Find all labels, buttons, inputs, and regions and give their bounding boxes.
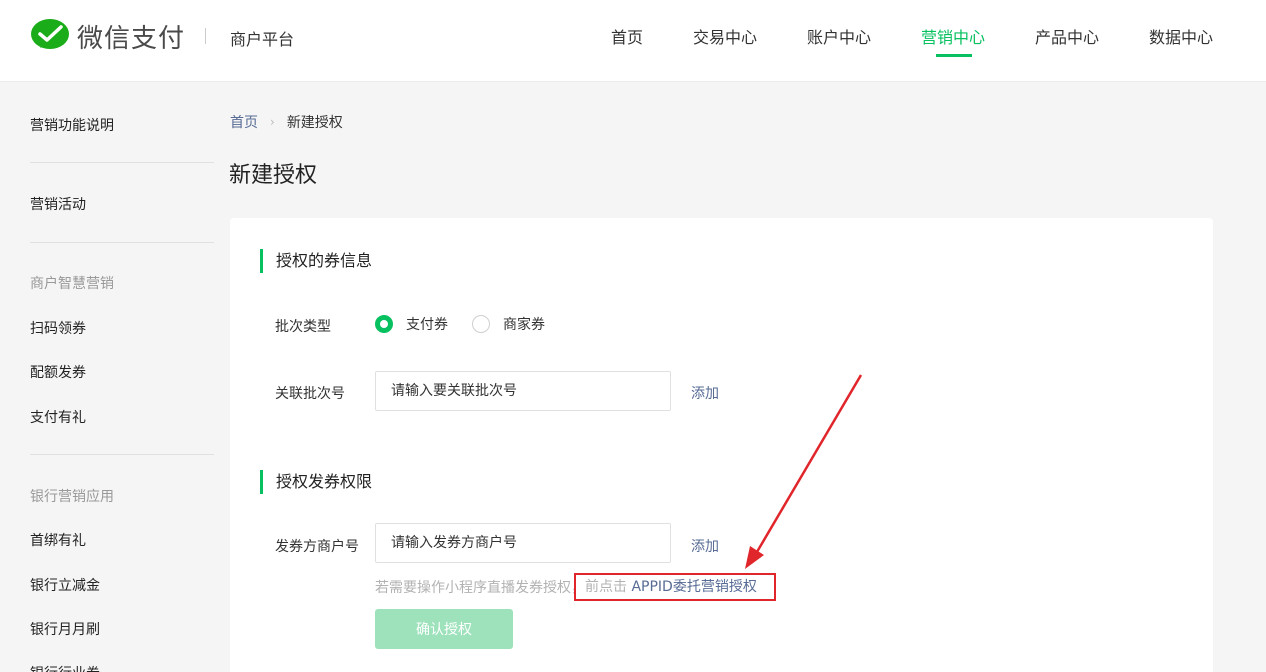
radio-unchecked-icon[interactable] xyxy=(472,315,490,333)
nav-item-data[interactable]: 数据中心 xyxy=(1149,24,1213,48)
add-batch-link[interactable]: 添加 xyxy=(691,383,719,403)
radio-label: 支付券 xyxy=(406,317,448,333)
sidebar-group-smart-marketing: 商户智慧营销 xyxy=(30,276,114,292)
sidebar-group-bank-marketing: 银行营销应用 xyxy=(30,489,114,505)
confirm-authorization-button[interactable]: 确认授权 xyxy=(375,609,513,649)
appid-authorization-link[interactable]: APPID委托营销授权 xyxy=(631,579,756,595)
nav-item-home[interactable]: 首页 xyxy=(611,24,643,48)
nav-item-marketing[interactable]: 营销中心 xyxy=(921,24,985,48)
radio-label: 商家券 xyxy=(503,317,545,333)
batch-type-label: 批次类型 xyxy=(275,319,331,335)
sidebar-item-pay-gift[interactable]: 支付有礼 xyxy=(30,407,86,427)
hint-text: 若需要操作小程序直播发券授权， xyxy=(375,580,585,596)
nav-item-product[interactable]: 产品中心 xyxy=(1035,24,1099,48)
nav-item-trade[interactable]: 交易中心 xyxy=(693,24,757,48)
batch-no-label: 关联批次号 xyxy=(275,386,345,402)
main-nav: 首页 交易中心 账户中心 营销中心 产品中心 数据中心 xyxy=(0,24,1266,64)
sidebar-item-bank-discount[interactable]: 银行立减金 xyxy=(30,575,100,595)
add-issuer-link[interactable]: 添加 xyxy=(691,536,719,556)
section-title-issue-permission: 授权发券权限 xyxy=(260,470,372,494)
sidebar-divider xyxy=(30,454,214,455)
sidebar-item-bank-industry[interactable]: 银行行业券 xyxy=(30,663,100,672)
issuer-merchant-label: 发券方商户号 xyxy=(275,539,359,555)
sidebar: 营销功能说明 营销活动 商户智慧营销 扫码领券 配额发券 支付有礼 银行营销应用… xyxy=(0,83,214,672)
radio-checked-icon[interactable] xyxy=(375,315,393,333)
sidebar-item-bank-monthly[interactable]: 银行月月刷 xyxy=(30,619,100,639)
nav-item-account[interactable]: 账户中心 xyxy=(807,24,871,48)
sidebar-item-marketing-activity[interactable]: 营销活动 xyxy=(30,194,86,214)
sidebar-item-marketing-intro[interactable]: 营销功能说明 xyxy=(30,115,114,135)
radio-merchant-coupon[interactable]: 商家券 xyxy=(472,314,545,334)
sidebar-item-scan-coupon[interactable]: 扫码领券 xyxy=(30,318,86,338)
chevron-right-icon: › xyxy=(270,115,275,129)
sidebar-item-first-bind-gift[interactable]: 首绑有礼 xyxy=(30,530,86,550)
hint-pre-text: 前点击 xyxy=(585,579,632,595)
sidebar-item-quota-coupon[interactable]: 配额发券 xyxy=(30,362,86,382)
page-title: 新建授权 xyxy=(229,163,318,188)
radio-pay-coupon[interactable]: 支付券 xyxy=(375,314,448,334)
batch-type-radio-group: 支付券 商家券 xyxy=(375,314,569,334)
annotation-highlight-box: 前点击 APPID委托营销授权 xyxy=(574,573,776,601)
section-title-coupon-info: 授权的券信息 xyxy=(260,249,372,273)
breadcrumb-current: 新建授权 xyxy=(286,115,343,131)
form-card: 授权的券信息 批次类型 支付券 商家券 关联批次号 添加 授权发券权限 发券方商… xyxy=(230,218,1213,672)
issuer-merchant-input[interactable] xyxy=(375,523,671,563)
sidebar-divider xyxy=(30,242,214,243)
sidebar-divider xyxy=(30,162,214,163)
breadcrumb: 首页 › 新建授权 xyxy=(230,112,343,132)
top-header: 微信支付 商户平台 首页 交易中心 账户中心 营销中心 产品中心 数据中心 xyxy=(0,0,1266,82)
nav-active-underline xyxy=(936,54,972,57)
breadcrumb-home[interactable]: 首页 xyxy=(230,112,258,132)
batch-no-input[interactable] xyxy=(375,371,671,411)
